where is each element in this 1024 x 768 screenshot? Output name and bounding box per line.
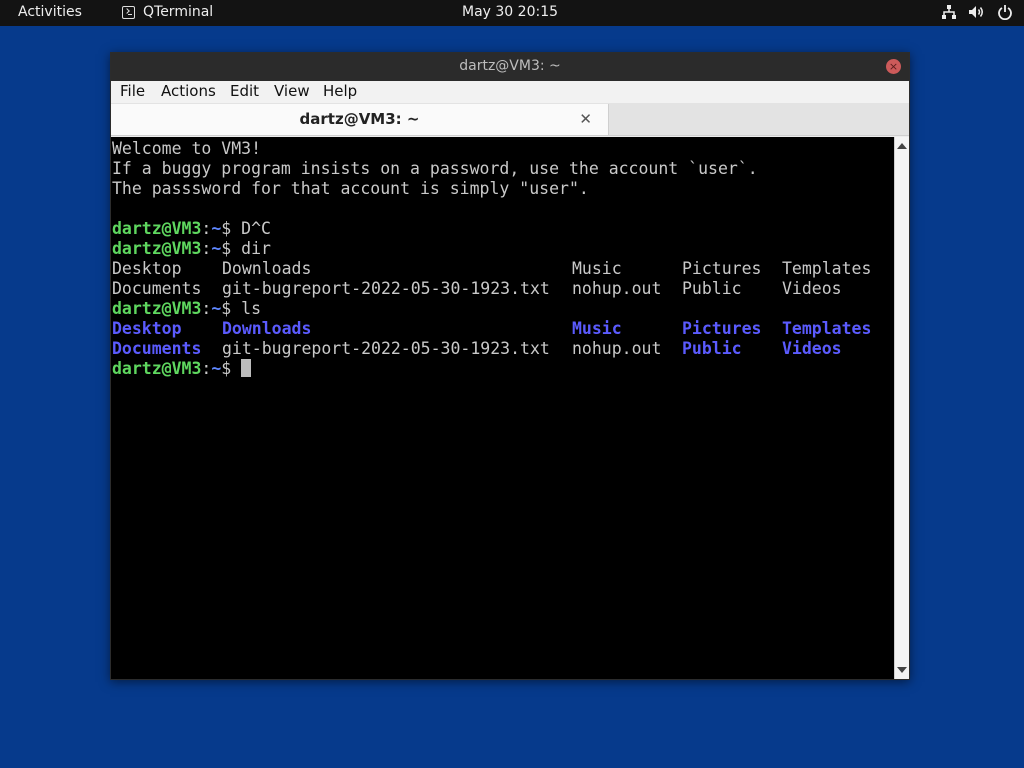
ls-entry: Pictures — [682, 319, 762, 338]
prompt-path: ~ — [211, 239, 222, 258]
prompt-line: dartz@VM3:~$ dir — [112, 239, 271, 259]
volume-icon[interactable] — [968, 3, 986, 21]
prompt-end: $ — [221, 219, 242, 238]
dir-entry: Public — [682, 279, 742, 298]
menu-edit[interactable]: Edit — [230, 82, 259, 100]
prompt-user: dartz@VM3 — [112, 299, 202, 318]
terminal-icon — [122, 5, 135, 19]
terminal-output[interactable]: Welcome to VM3! If a buggy program insis… — [111, 137, 894, 679]
welcome-line: If a buggy program insists on a password… — [112, 159, 758, 178]
activities-button[interactable]: Activities — [18, 4, 82, 20]
dir-entry: Pictures — [682, 259, 762, 278]
terminal-window: dartz@VM3: ~ × File Actions Edit View He… — [110, 52, 910, 680]
ls-entry: nohup.out — [572, 339, 662, 358]
prompt-separator: : — [201, 359, 212, 378]
ls-entry: Music — [572, 319, 622, 338]
power-icon[interactable] — [996, 3, 1014, 21]
command-text: D^C — [241, 219, 271, 238]
close-button[interactable]: × — [886, 59, 901, 74]
dir-entry: nohup.out — [572, 279, 662, 298]
dir-entry: Documents — [112, 279, 202, 298]
top-bar: Activities QTerminal May 30 20:15 — [0, 0, 1024, 26]
welcome-line: Welcome to VM3! — [112, 139, 262, 158]
tab-terminal[interactable]: dartz@VM3: ~ ✕ — [111, 104, 609, 135]
ls-output-row: Desktop Downloads Music Pictures Templat… — [112, 319, 892, 339]
prompt-path: ~ — [211, 219, 222, 238]
title-bar[interactable]: dartz@VM3: ~ × — [111, 53, 909, 81]
prompt-end: $ — [221, 299, 242, 318]
tab-title: dartz@VM3: ~ — [299, 110, 420, 128]
dir-output-row: Desktop Downloads Music Pictures Templat… — [112, 259, 892, 279]
prompt-separator: : — [201, 219, 212, 238]
window-title: dartz@VM3: ~ — [459, 58, 561, 74]
menu-bar: File Actions Edit View Help — [111, 81, 909, 103]
app-menu[interactable]: QTerminal — [122, 4, 213, 20]
close-icon[interactable]: ✕ — [579, 110, 592, 128]
text-cursor — [241, 359, 252, 377]
menu-actions[interactable]: Actions — [161, 82, 216, 100]
ls-entry: git-bugreport-2022-05-30-1923.txt — [222, 339, 550, 358]
command-text: ls — [241, 299, 262, 318]
ls-entry: Videos — [782, 339, 842, 358]
menu-help[interactable]: Help — [323, 82, 357, 100]
prompt-user: dartz@VM3 — [112, 219, 202, 238]
ls-entry: Desktop — [112, 319, 182, 338]
network-icon[interactable] — [940, 3, 958, 21]
dir-entry: Music — [572, 259, 622, 278]
ls-entry: Documents — [112, 339, 202, 358]
welcome-line: The passsword for that account is simply… — [112, 179, 589, 198]
menu-view[interactable]: View — [274, 82, 310, 100]
app-name: QTerminal — [143, 4, 214, 20]
menu-file[interactable]: File — [120, 82, 145, 100]
ls-entry: Public — [682, 339, 742, 358]
prompt-path: ~ — [211, 299, 222, 318]
ls-output-row: Documents git-bugreport-2022-05-30-1923.… — [112, 339, 892, 359]
command-text: dir — [241, 239, 271, 258]
tab-bar: dartz@VM3: ~ ✕ — [111, 103, 909, 136]
prompt-separator: : — [201, 239, 212, 258]
prompt-user: dartz@VM3 — [112, 359, 202, 378]
dir-entry: Templates — [782, 259, 872, 278]
clock[interactable]: May 30 20:15 — [462, 4, 558, 20]
dir-entry: Desktop — [112, 259, 182, 278]
ls-entry: Downloads — [222, 319, 312, 338]
prompt-line: dartz@VM3:~$ D^C — [112, 219, 271, 239]
dir-entry: git-bugreport-2022-05-30-1923.txt — [222, 279, 550, 298]
system-tray[interactable] — [940, 3, 1014, 21]
scroll-down-icon[interactable] — [897, 667, 907, 673]
vertical-scrollbar[interactable] — [894, 137, 909, 679]
prompt-user: dartz@VM3 — [112, 239, 202, 258]
ls-entry: Templates — [782, 319, 872, 338]
dir-entry: Downloads — [222, 259, 312, 278]
prompt-line: dartz@VM3:~$ — [112, 359, 252, 379]
prompt-line: dartz@VM3:~$ ls — [112, 299, 261, 319]
prompt-end: $ — [221, 359, 242, 378]
scroll-up-icon[interactable] — [897, 143, 907, 149]
prompt-separator: : — [201, 299, 212, 318]
dir-entry: Videos — [782, 279, 842, 298]
dir-output-row: Documents git-bugreport-2022-05-30-1923.… — [112, 279, 892, 299]
prompt-end: $ — [221, 239, 242, 258]
prompt-path: ~ — [211, 359, 222, 378]
